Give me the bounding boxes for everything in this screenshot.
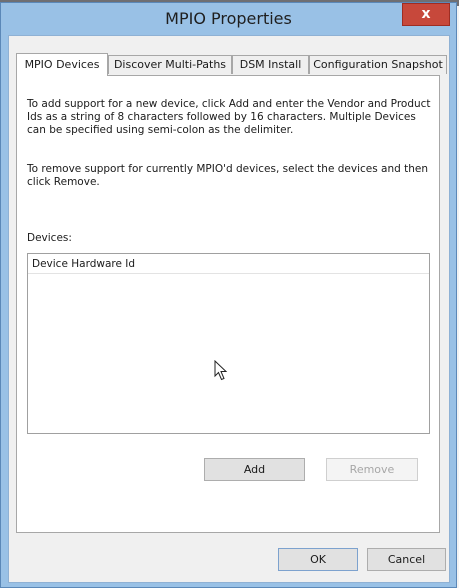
close-icon: x bbox=[421, 6, 431, 22]
tab-dsm-install[interactable]: DSM Install bbox=[232, 55, 309, 74]
tab-discover-multi-paths[interactable]: Discover Multi-Paths bbox=[108, 55, 232, 74]
window-title: MPIO Properties bbox=[165, 9, 292, 28]
mpio-devices-panel: To add support for a new device, click A… bbox=[16, 75, 440, 533]
devices-label: Devices: bbox=[27, 232, 72, 244]
mpio-properties-dialog: MPIO Properties x MPIO Devices Discover … bbox=[0, 2, 457, 588]
tab-configuration-snapshot[interactable]: Configuration Snapshot bbox=[309, 55, 447, 74]
cancel-button[interactable]: Cancel bbox=[367, 548, 446, 571]
close-button[interactable]: x bbox=[402, 3, 450, 26]
dialog-client-area: MPIO Devices Discover Multi-Paths DSM In… bbox=[8, 35, 450, 583]
column-header-device-hardware-id[interactable]: Device Hardware Id bbox=[28, 254, 429, 274]
tab-mpio-devices[interactable]: MPIO Devices bbox=[16, 53, 108, 76]
ok-button[interactable]: OK bbox=[278, 548, 358, 571]
mouse-cursor-icon bbox=[214, 360, 228, 381]
remove-instructions: To remove support for currently MPIO'd d… bbox=[27, 163, 429, 188]
remove-button[interactable]: Remove bbox=[326, 458, 418, 481]
add-button[interactable]: Add bbox=[204, 458, 305, 481]
add-instructions: To add support for a new device, click A… bbox=[27, 98, 431, 136]
title-bar[interactable]: MPIO Properties x bbox=[1, 3, 456, 33]
devices-list[interactable]: Device Hardware Id bbox=[27, 253, 430, 434]
